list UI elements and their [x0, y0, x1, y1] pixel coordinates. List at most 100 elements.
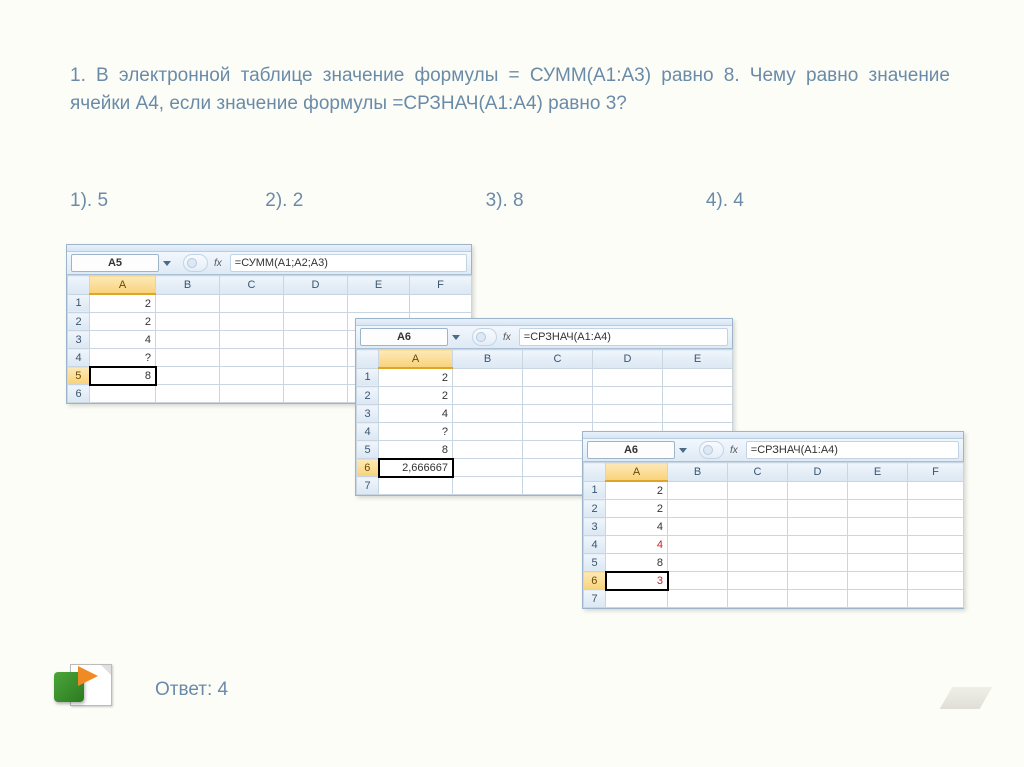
row-header[interactable]: 4	[68, 349, 90, 367]
cell[interactable]	[908, 554, 964, 572]
fx-button[interactable]	[699, 441, 724, 459]
dropdown-icon[interactable]	[679, 448, 687, 453]
cell[interactable]	[848, 590, 908, 608]
cell[interactable]	[593, 368, 663, 387]
select-all-corner[interactable]	[357, 350, 379, 369]
cell[interactable]	[788, 481, 848, 500]
cell[interactable]	[523, 368, 593, 387]
cell[interactable]	[220, 313, 284, 331]
cell[interactable]	[728, 554, 788, 572]
cell[interactable]	[908, 536, 964, 554]
column-header[interactable]: C	[728, 463, 788, 482]
cell[interactable]	[453, 459, 523, 477]
cell[interactable]: ?	[379, 423, 453, 441]
cell[interactable]	[453, 368, 523, 387]
cell[interactable]: 2	[606, 481, 668, 500]
cell[interactable]: 2	[606, 500, 668, 518]
cell[interactable]	[728, 500, 788, 518]
cell[interactable]: 4	[379, 405, 453, 423]
row-header[interactable]: 5	[68, 367, 90, 385]
cell[interactable]	[668, 554, 728, 572]
cell[interactable]	[284, 313, 348, 331]
column-header[interactable]: F	[410, 276, 472, 295]
cell[interactable]	[220, 349, 284, 367]
column-header[interactable]: E	[848, 463, 908, 482]
column-header[interactable]: F	[908, 463, 964, 482]
column-header[interactable]: D	[788, 463, 848, 482]
row-header[interactable]: 1	[357, 368, 379, 387]
cell[interactable]: 8	[606, 554, 668, 572]
cell[interactable]	[284, 385, 348, 403]
cell[interactable]	[379, 477, 453, 495]
cell[interactable]: 2	[379, 368, 453, 387]
cell[interactable]: 2,666667	[379, 459, 453, 477]
name-box[interactable]: A6	[360, 328, 448, 346]
cell[interactable]	[284, 349, 348, 367]
row-header[interactable]: 1	[584, 481, 606, 500]
column-header[interactable]: E	[663, 350, 733, 369]
cell[interactable]	[453, 423, 523, 441]
row-header[interactable]: 7	[357, 477, 379, 495]
cell[interactable]	[728, 572, 788, 590]
column-header[interactable]: B	[156, 276, 220, 295]
row-header[interactable]: 5	[357, 441, 379, 459]
cell[interactable]	[220, 294, 284, 313]
cell[interactable]	[668, 536, 728, 554]
row-header[interactable]: 4	[357, 423, 379, 441]
row-header[interactable]: 2	[584, 500, 606, 518]
row-header[interactable]: 3	[584, 518, 606, 536]
cell[interactable]	[663, 368, 733, 387]
cell[interactable]	[788, 590, 848, 608]
cell[interactable]	[908, 481, 964, 500]
cell[interactable]	[788, 500, 848, 518]
cell[interactable]	[788, 536, 848, 554]
fx-button[interactable]	[183, 254, 208, 272]
formula-input[interactable]: =СУММ(A1;A2;A3)	[230, 254, 467, 272]
cell[interactable]	[410, 294, 472, 313]
cell[interactable]: 8	[90, 367, 156, 385]
cell[interactable]	[788, 572, 848, 590]
name-box[interactable]: A6	[587, 441, 675, 459]
column-header[interactable]: C	[220, 276, 284, 295]
cell[interactable]	[663, 405, 733, 423]
cell[interactable]	[90, 385, 156, 403]
cell[interactable]: 2	[90, 294, 156, 313]
cell[interactable]	[523, 405, 593, 423]
cell[interactable]	[908, 590, 964, 608]
column-header[interactable]: C	[523, 350, 593, 369]
cell[interactable]	[663, 387, 733, 405]
row-header[interactable]: 5	[584, 554, 606, 572]
cell[interactable]	[848, 518, 908, 536]
row-header[interactable]: 2	[357, 387, 379, 405]
cell[interactable]	[848, 481, 908, 500]
cell[interactable]	[668, 518, 728, 536]
dropdown-icon[interactable]	[163, 261, 171, 266]
row-header[interactable]: 6	[584, 572, 606, 590]
cell[interactable]	[156, 313, 220, 331]
cell[interactable]: 2	[379, 387, 453, 405]
cell[interactable]	[284, 367, 348, 385]
cell[interactable]	[668, 481, 728, 500]
cell[interactable]	[668, 500, 728, 518]
cell[interactable]	[908, 518, 964, 536]
cell[interactable]	[788, 518, 848, 536]
row-header[interactable]: 2	[68, 313, 90, 331]
cell[interactable]	[453, 387, 523, 405]
cell[interactable]: 4	[606, 536, 668, 554]
cell[interactable]	[523, 387, 593, 405]
spreadsheet-grid[interactable]: ABCDEF1222344458637	[583, 462, 964, 608]
cell[interactable]	[156, 294, 220, 313]
cell[interactable]: ?	[90, 349, 156, 367]
cell[interactable]: 4	[90, 331, 156, 349]
cell[interactable]	[348, 294, 410, 313]
cell[interactable]	[848, 536, 908, 554]
cell[interactable]: 3	[606, 572, 668, 590]
cell[interactable]	[156, 331, 220, 349]
column-header[interactable]: E	[348, 276, 410, 295]
cell[interactable]	[453, 405, 523, 423]
cell[interactable]: 8	[379, 441, 453, 459]
row-header[interactable]: 6	[68, 385, 90, 403]
cell[interactable]	[908, 572, 964, 590]
formula-input[interactable]: =СРЗНАЧ(A1:A4)	[746, 441, 959, 459]
cell[interactable]	[453, 441, 523, 459]
